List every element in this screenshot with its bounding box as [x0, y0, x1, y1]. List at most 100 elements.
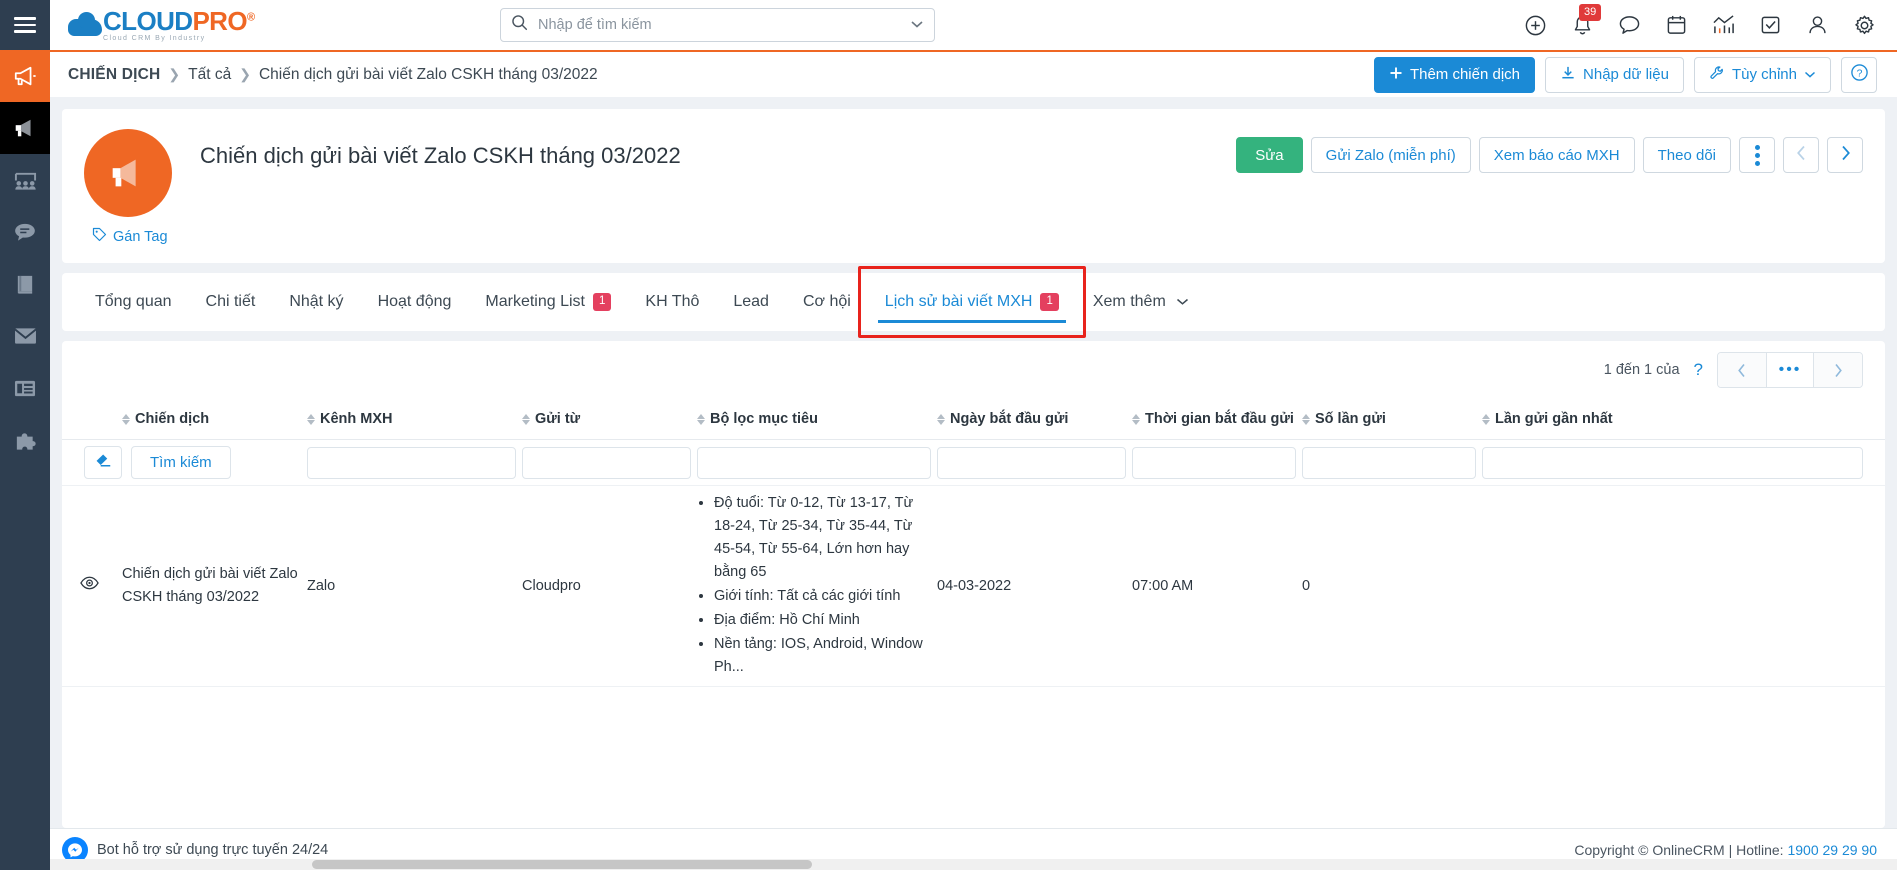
col-thoi-gian-bat-dau-gui[interactable]: Thời gian bắt đầu gửi — [1132, 399, 1302, 440]
next-record-button[interactable] — [1827, 137, 1863, 173]
add-campaign-button[interactable]: Thêm chiến dịch — [1373, 56, 1536, 93]
support-bot-label: Bot hỗ trợ sử dụng trực tuyến 24/24 — [97, 841, 329, 858]
sidebar-item-chat[interactable] — [0, 206, 50, 258]
sort-icon[interactable] — [1482, 413, 1490, 425]
follow-button[interactable]: Theo dõi — [1642, 137, 1731, 173]
col-lan-gui-gan-nhat[interactable]: Lần gửi gần nhất — [1482, 399, 1885, 440]
tab-label: Cơ hội — [802, 293, 851, 310]
col-gui-tu[interactable]: Gửi từ — [522, 399, 697, 440]
col-view — [62, 399, 122, 440]
col-kenh-mxh[interactable]: Kênh MXH — [307, 399, 522, 440]
view-social-report-button[interactable]: Xem báo cáo MXH — [1478, 137, 1635, 173]
filter-input-gui-tu[interactable] — [522, 446, 691, 479]
speech-bubble-icon — [15, 223, 35, 241]
sidebar-item-book[interactable] — [0, 258, 50, 310]
filter-input-bo-loc-muc-tieu[interactable] — [697, 446, 931, 479]
import-data-button[interactable]: Nhập dữ liệu — [1545, 56, 1684, 93]
brand-logo[interactable]: CLOUDPRO® Cloud CRM By Industry — [68, 0, 255, 50]
previous-record-button[interactable] — [1783, 137, 1819, 173]
bell-icon[interactable]: 39 — [1570, 3, 1602, 38]
filter-input-so-lan-gui[interactable] — [1302, 446, 1476, 479]
calendar-icon[interactable] — [1664, 13, 1689, 38]
filter-input-thoi-gian-bat-dau-gui[interactable] — [1132, 446, 1296, 479]
tab-kh-tho[interactable]: KH Thô — [628, 273, 716, 331]
clear-filters-button[interactable] — [84, 446, 122, 479]
filter-cell-thoi-gian — [1132, 439, 1302, 486]
sort-icon[interactable] — [1302, 413, 1310, 425]
col-so-lan-gui[interactable]: Số lần gửi — [1302, 399, 1482, 440]
filter-cell-lan-gui — [1482, 439, 1885, 486]
list-item: Giới tính: Tất cả các giới tính — [714, 585, 931, 608]
more-actions-button[interactable] — [1739, 137, 1775, 173]
list-item: Địa điểm: Hồ Chí Minh — [714, 609, 931, 632]
search-button[interactable]: Tìm kiếm — [131, 446, 231, 479]
analytics-icon[interactable] — [1711, 13, 1736, 38]
add-circle-icon[interactable] — [1523, 13, 1548, 38]
sidebar-item-campaign-sub[interactable] — [0, 102, 50, 154]
filter-input-lan-gui-gan-nhat[interactable] — [1482, 446, 1863, 479]
checkbox-task-icon[interactable] — [1758, 13, 1783, 38]
filter-input-ngay-bat-dau-gui[interactable] — [937, 446, 1126, 479]
sort-icon[interactable] — [307, 413, 315, 425]
tab-lead[interactable]: Lead — [716, 273, 786, 331]
tab-hoat-dong[interactable]: Hoạt động — [361, 273, 469, 331]
column-label: Ngày bắt đầu gửi — [950, 411, 1069, 427]
page-title: Chiến dịch gửi bài viết Zalo CSKH tháng … — [200, 143, 681, 168]
tab-marketing-list[interactable]: Marketing List 1 — [468, 273, 628, 331]
column-label: Lần gửi gần nhất — [1495, 411, 1613, 427]
sidebar-item-campaign[interactable] — [0, 50, 50, 102]
sidebar-item-plugin[interactable] — [0, 414, 50, 466]
gear-icon[interactable] — [1852, 13, 1877, 38]
tab-nhat-ky[interactable]: Nhật ký — [272, 273, 360, 331]
sidebar-item-mail[interactable] — [0, 310, 50, 362]
pagination-label: 1 đến 1 của — [1603, 362, 1680, 378]
table-row[interactable]: Chiến dịch gửi bài viết Zalo CSKH tháng … — [62, 485, 1885, 687]
search-input[interactable] — [536, 16, 904, 34]
record-avatar — [84, 129, 172, 217]
megaphone-filled-icon — [15, 119, 31, 137]
col-chien-dich[interactable]: Chiến dịch — [122, 399, 307, 440]
col-ngay-bat-dau-gui[interactable]: Ngày bắt đầu gửi — [937, 399, 1132, 440]
help-button[interactable]: ? — [1841, 56, 1877, 93]
edit-button[interactable]: Sửa — [1236, 137, 1303, 173]
breadcrumb-root[interactable]: CHIẾN DỊCH — [68, 66, 160, 84]
chevron-down-icon — [1176, 293, 1189, 311]
breadcrumb-level2[interactable]: Tất cả — [188, 66, 231, 84]
chevron-down-icon[interactable] — [910, 16, 924, 34]
pagination-buttons: ••• — [1717, 352, 1863, 388]
sort-icon[interactable] — [1132, 413, 1140, 425]
customize-button[interactable]: Tùy chỉnh — [1693, 56, 1831, 93]
filter-input-kenh-mxh[interactable] — [307, 446, 516, 479]
horizontal-scrollbar[interactable] — [50, 859, 1897, 870]
pagination-next-button[interactable] — [1814, 353, 1862, 387]
sort-icon[interactable] — [937, 413, 945, 425]
pagination-prev-button[interactable] — [1718, 353, 1766, 387]
send-zalo-button[interactable]: Gửi Zalo (miễn phí) — [1310, 137, 1471, 173]
scrollbar-thumb[interactable] — [312, 860, 812, 869]
pagination-more-button[interactable]: ••• — [1766, 353, 1814, 387]
eraser-icon — [95, 453, 112, 473]
hotline-link[interactable]: 1900 29 29 90 — [1787, 842, 1877, 858]
sidebar-item-customers[interactable] — [0, 154, 50, 206]
tab-xem-them[interactable]: Xem thêm — [1076, 273, 1206, 331]
eye-icon[interactable] — [79, 576, 99, 594]
sort-icon[interactable] — [522, 413, 530, 425]
tab-lich-su-bai-viet-mxh[interactable]: Lịch sử bài viết MXH 1 — [868, 273, 1076, 331]
user-icon[interactable] — [1805, 13, 1830, 38]
table-header-row: Chiến dịch Kênh MXH Gửi từ Bộ lọc mục ti… — [62, 399, 1885, 440]
tab-co-hoi[interactable]: Cơ hội — [786, 273, 868, 331]
tab-chi-tiet[interactable]: Chi tiết — [189, 273, 273, 331]
breadcrumb-bar: CHIẾN DỊCH ❯ Tất cả ❯ Chiến dịch gửi bài… — [50, 50, 1897, 97]
col-bo-loc-muc-tieu[interactable]: Bộ lọc mục tiêu — [697, 399, 937, 440]
tab-tong-quan[interactable]: Tổng quan — [78, 273, 189, 331]
chat-bubble-icon[interactable] — [1617, 13, 1642, 38]
sort-icon[interactable] — [697, 413, 705, 425]
row-view-cell[interactable] — [62, 485, 122, 687]
global-search-box[interactable] — [500, 8, 935, 42]
record-title-wrap: Chiến dịch gửi bài viết Zalo CSKH tháng … — [200, 129, 1236, 169]
record-header: Chiến dịch gửi bài viết Zalo CSKH tháng … — [84, 129, 1863, 217]
sort-icon[interactable] — [122, 413, 130, 425]
assign-tag-link[interactable]: Gán Tag — [92, 227, 168, 246]
sidebar-item-news[interactable] — [0, 362, 50, 414]
hamburger-menu-button[interactable] — [0, 0, 50, 50]
